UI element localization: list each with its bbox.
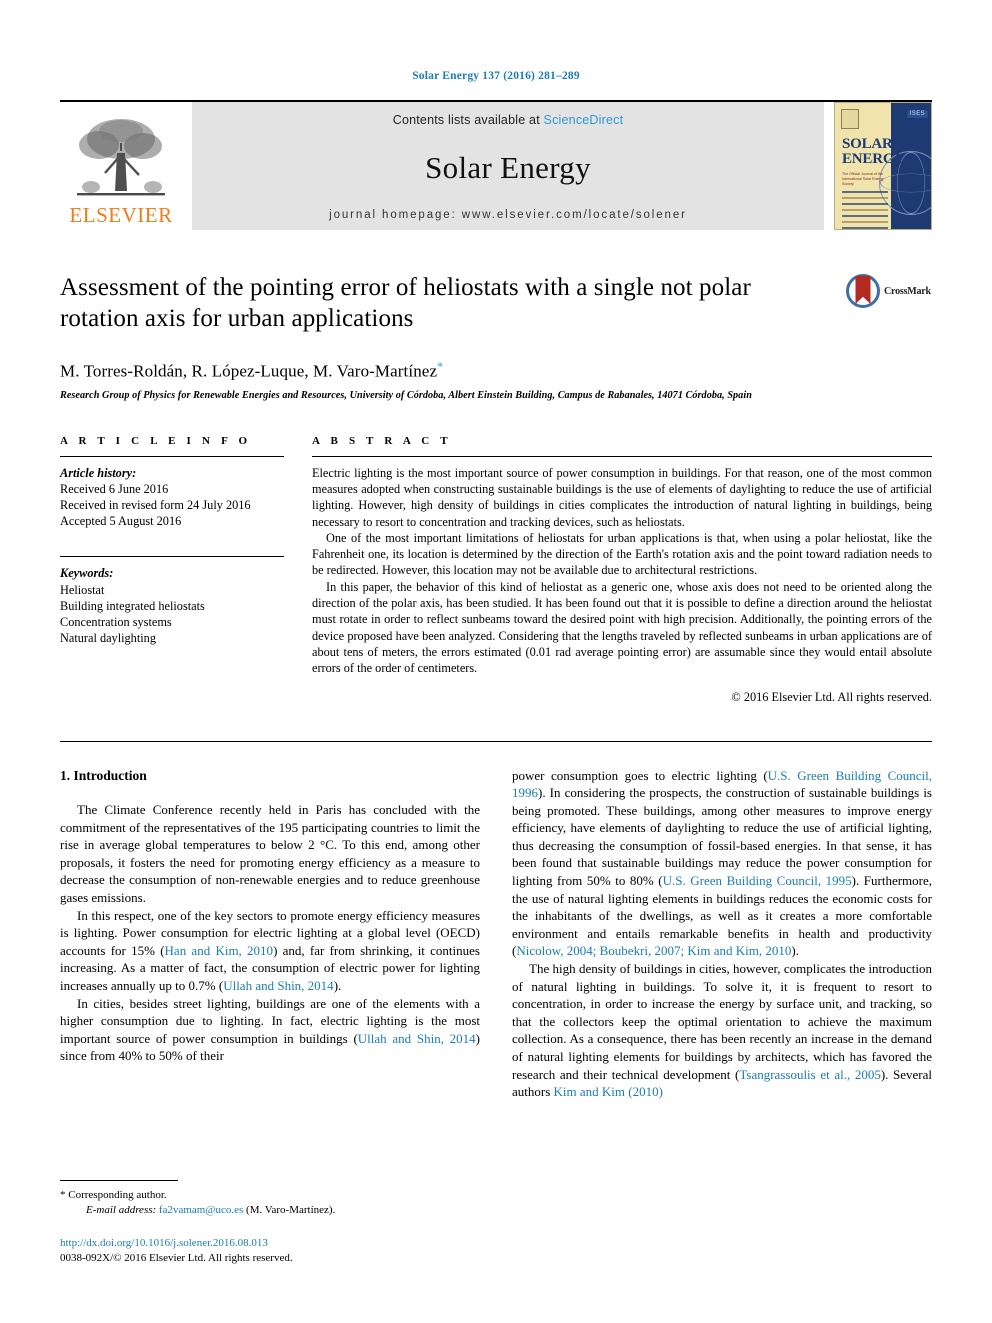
abstract-body: Electric lighting is the most important … xyxy=(312,457,932,677)
article-history-label: Article history: xyxy=(60,465,137,480)
title-main: Assessment of the pointing error of heli… xyxy=(60,272,846,401)
cover-subtitle: The Official Journal of the Internationa… xyxy=(842,172,884,186)
crossmark-icon xyxy=(846,274,880,308)
citation-kim-kim-2010[interactable]: Kim and Kim (2010) xyxy=(554,1084,663,1099)
citation-nicolow-boubekri-kim[interactable]: Nicolow, 2004; Boubekri, 2007; Kim and K… xyxy=(516,943,791,958)
abstract-paragraph: In this paper, the behavior of this kind… xyxy=(312,579,932,676)
doi-link[interactable]: http://dx.doi.org/10.1016/j.solener.2016… xyxy=(60,1237,268,1249)
intro-paragraph-3: In cities, besides street lighting, buil… xyxy=(60,995,480,1065)
title-block: Assessment of the pointing error of heli… xyxy=(60,272,932,401)
history-item: Received 6 June 2016 xyxy=(60,481,169,496)
para2-text-c: ). xyxy=(333,978,342,994)
abstract-paragraph: Electric lighting is the most important … xyxy=(312,465,932,529)
citation-ullah-shin-2014-b[interactable]: Ullah and Shin, 2014 xyxy=(358,1031,476,1046)
contents-prefix: Contents lists available at xyxy=(392,113,544,127)
footnote-rule xyxy=(60,1180,178,1181)
article-info-column: A R T I C L E I N F O Article history: R… xyxy=(60,435,312,647)
keyword-item: Building integrated heliostats xyxy=(60,598,205,613)
section-heading-introduction: 1. Introduction xyxy=(60,767,147,783)
journal-band: Contents lists available at ScienceDirec… xyxy=(192,102,824,230)
journal-homepage-link[interactable]: journal homepage: www.elsevier.com/locat… xyxy=(329,209,687,221)
citation-tsangrassoulis-2005[interactable]: Tsangrassoulis et al., 2005 xyxy=(739,1067,880,1082)
crossmark-badge[interactable]: CrossMark xyxy=(846,272,932,308)
rpara1-text-d: ). xyxy=(791,943,799,959)
keywords-block: Keywords: Heliostat Building integrated … xyxy=(60,557,284,646)
journal-cover-thumbnail[interactable]: ISES SOLAR ENERGY The Official Journal o… xyxy=(834,102,932,230)
email-link[interactable]: fa2vamam@uco.es xyxy=(159,1204,243,1216)
abstract-copyright: © 2016 Elsevier Ltd. All rights reserved… xyxy=(731,689,932,704)
intro-paragraph-2: In this respect, one of the key sectors … xyxy=(60,907,480,995)
abstract-paragraph: One of the most important limitations of… xyxy=(312,530,932,578)
affiliation: Research Group of Physics for Renewable … xyxy=(60,389,752,401)
article-info-heading: A R T I C L E I N F O xyxy=(60,434,252,447)
cover-title: SOLAR ENERGY xyxy=(842,137,905,167)
footnote-area: * Corresponding author. E-mail address: … xyxy=(60,1180,460,1265)
rpara1-text-a: power consumption goes to electric light… xyxy=(512,767,768,783)
abstract-column: A B S T R A C T Electric lighting is the… xyxy=(312,435,932,705)
cover-title-line2: ENERGY xyxy=(842,151,905,167)
sciencedirect-link[interactable]: ScienceDirect xyxy=(544,113,624,127)
body-column-left: 1. Introduction The Climate Conference r… xyxy=(60,767,480,1101)
keyword-item: Heliostat xyxy=(60,582,105,597)
keyword-item: Concentration systems xyxy=(60,615,172,630)
keywords-label: Keywords: xyxy=(60,566,114,581)
article-history-block: Article history: Received 6 June 2016 Re… xyxy=(60,457,284,530)
corresponding-author-note: * Corresponding author. xyxy=(60,1188,460,1203)
citation-han-kim-2010[interactable]: Han and Kim, 2010 xyxy=(165,943,274,958)
citation-usgbc-1995[interactable]: U.S. Green Building Council, 1995 xyxy=(663,873,852,888)
journal-title: Solar Energy xyxy=(425,150,591,185)
author-list: M. Torres-Roldán, R. López-Luque, M. Var… xyxy=(60,359,826,382)
crossmark-label: CrossMark xyxy=(884,285,931,297)
info-abstract-row: A R T I C L E I N F O Article history: R… xyxy=(60,435,932,705)
elsevier-logo: ELSEVIER xyxy=(60,102,182,230)
email-owner: (M. Varo-Martínez). xyxy=(246,1204,336,1216)
issn-copyright-line: 0038-092X/© 2016 Elsevier Ltd. All right… xyxy=(60,1251,293,1264)
running-head: Solar Energy 137 (2016) 281–289 xyxy=(412,70,580,82)
body-columns: 1. Introduction The Climate Conference r… xyxy=(60,767,932,1101)
history-item: Accepted 5 August 2016 xyxy=(60,514,182,529)
page-title: Assessment of the pointing error of heli… xyxy=(60,274,751,332)
elsevier-tree-icon xyxy=(77,119,165,196)
intro-right-paragraph-1: power consumption goes to electric light… xyxy=(512,767,932,961)
doi-block: http://dx.doi.org/10.1016/j.solener.2016… xyxy=(60,1236,460,1265)
journal-masthead: ELSEVIER Contents lists available at Sci… xyxy=(60,100,932,230)
email-note: E-mail address: fa2vamam@uco.es (M. Varo… xyxy=(60,1203,460,1218)
elsevier-wordmark: ELSEVIER xyxy=(69,203,173,227)
cover-title-line1: SOLAR xyxy=(842,136,893,152)
cover-elsevier-mark-icon xyxy=(841,109,859,129)
body-column-right: power consumption goes to electric light… xyxy=(512,767,932,1101)
corresponding-author-text: Corresponding author. xyxy=(68,1189,167,1201)
intro-paragraph-1: The Climate Conference recently held in … xyxy=(60,802,480,906)
intro-right-paragraph-2: The high density of buildings in cities,… xyxy=(512,960,932,1101)
rpara2-text-a: The high density of buildings in cities,… xyxy=(512,961,932,1082)
abstract-heading: A B S T R A C T xyxy=(312,434,452,447)
contents-available-line: Contents lists available at ScienceDirec… xyxy=(393,113,624,127)
history-item: Received in revised form 24 July 2016 xyxy=(60,498,251,513)
paper-page: Solar Energy 137 (2016) 281–289 ELSEVIER… xyxy=(0,0,992,1323)
cover-text-lines xyxy=(842,191,888,229)
citation-ullah-shin-2014[interactable]: Ullah and Shin, 2014 xyxy=(223,978,334,993)
body-separator-rule xyxy=(60,740,932,742)
corresponding-marker: * xyxy=(60,1189,66,1201)
keyword-item: Natural daylighting xyxy=(60,631,156,646)
crossmark-bookmark-shape xyxy=(855,276,871,304)
corresponding-author-marker: * xyxy=(437,359,444,373)
ises-badge: ISES xyxy=(906,110,928,118)
email-label: E-mail address: xyxy=(86,1204,157,1216)
author-names: M. Torres-Roldán, R. López-Luque, M. Var… xyxy=(60,361,438,381)
